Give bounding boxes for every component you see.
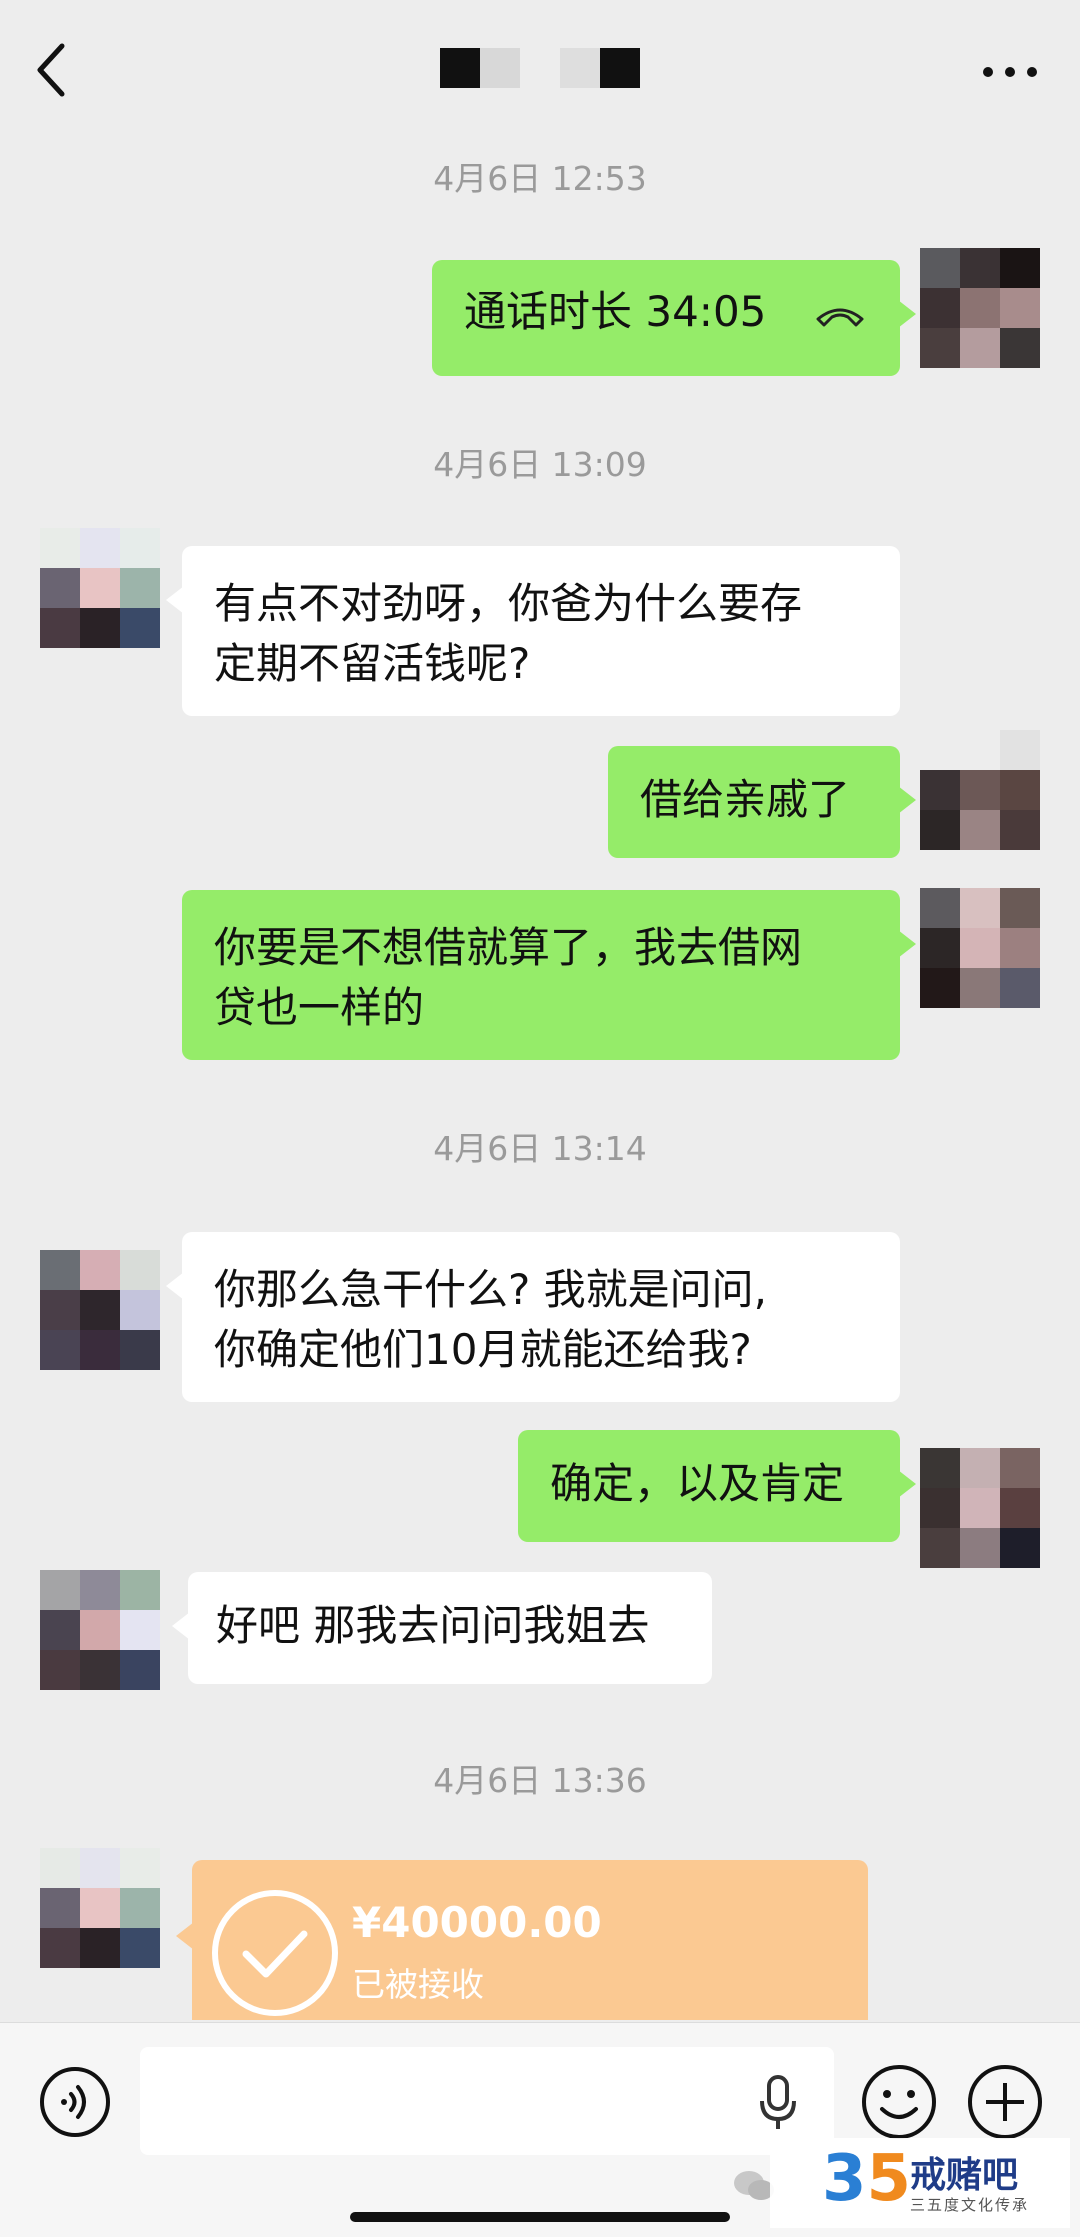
message-text: 定期不留活钱呢?	[214, 639, 531, 688]
timestamp: 4月6日 13:36	[433, 1761, 647, 1800]
check-circle-icon	[212, 1890, 338, 2016]
message-bubble[interactable]: 借给亲戚了	[608, 746, 916, 858]
avatar[interactable]	[920, 888, 1040, 1008]
watermark-title: 戒赌吧	[910, 2155, 1019, 2196]
message-text: 确定，以及肯定	[550, 1459, 845, 1508]
message-bubble[interactable]: 你要是不想借就算了，我去借网 贷也一样的	[182, 890, 916, 1060]
watermark-logo: 35 戒赌吧 三五度文化传承	[770, 2138, 1070, 2228]
avatar[interactable]	[40, 1570, 160, 1690]
avatar[interactable]	[40, 528, 160, 648]
call-duration-text: 通话时长 34:05	[464, 287, 767, 336]
home-indicator[interactable]	[350, 2212, 730, 2222]
message-bubble[interactable]: 好吧 那我去问问我姐去	[172, 1572, 712, 1684]
phone-hangup-icon	[816, 308, 864, 326]
avatar[interactable]	[920, 1448, 1040, 1568]
chevron-left-icon[interactable]	[30, 40, 74, 100]
message-text: 你要是不想借就算了，我去借网	[214, 923, 803, 972]
message-text: 你确定他们10月就能还给我?	[214, 1325, 752, 1374]
message-text: 贷也一样的	[214, 983, 425, 1032]
plus-icon[interactable]	[966, 2063, 1044, 2141]
transfer-status: 已被接收	[352, 1965, 484, 2004]
transfer-card[interactable]: ¥40000.00 已被接收	[176, 1860, 868, 2020]
title-bar	[0, 0, 1080, 125]
avatar[interactable]	[920, 730, 1040, 850]
mic-icon[interactable]	[758, 2075, 798, 2131]
timestamp: 4月6日 13:14	[433, 1129, 647, 1168]
avatar[interactable]	[40, 1848, 160, 1968]
message-text: 有点不对劲呀，你爸为什么要存	[214, 579, 803, 628]
message-text: 你那么急干什么? 我就是问问,	[214, 1265, 767, 1314]
pixelated-contact-name	[440, 48, 640, 88]
message-bubble[interactable]: 有点不对劲呀，你爸为什么要存 定期不留活钱呢?	[166, 546, 900, 716]
voice-icon[interactable]	[38, 2065, 112, 2139]
transfer-amount: ¥40000.00	[352, 1898, 602, 1947]
call-record-bubble[interactable]: 通话时长 34:05	[432, 260, 916, 376]
message-bubble[interactable]: 你那么急干什么? 我就是问问, 你确定他们10月就能还给我?	[166, 1232, 900, 1402]
message-bubble[interactable]: 确定，以及肯定	[518, 1430, 916, 1542]
message-text: 借给亲戚了	[640, 775, 851, 824]
emoji-icon[interactable]	[860, 2063, 938, 2141]
message-text: 好吧 那我去问问我姐去	[216, 1601, 650, 1650]
timestamp: 4月6日 12:53	[433, 159, 647, 198]
watermark-subtitle: 三五度文化传承	[910, 2196, 1030, 2214]
watermark-number: 35	[822, 2142, 912, 2216]
timestamp: 4月6日 13:09	[433, 445, 647, 484]
message-input[interactable]	[140, 2047, 834, 2155]
more-dots-icon[interactable]	[980, 52, 1040, 92]
avatar[interactable]	[920, 248, 1040, 368]
avatar[interactable]	[40, 1250, 160, 1370]
